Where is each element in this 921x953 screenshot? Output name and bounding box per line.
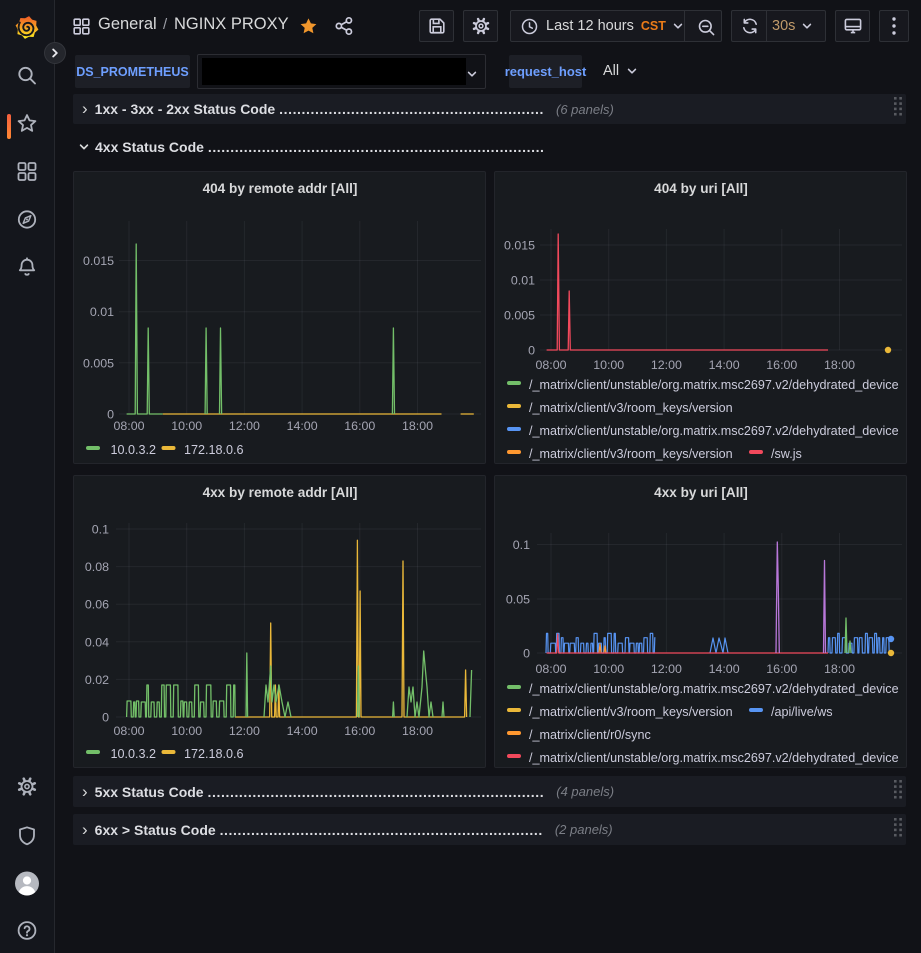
svg-text:0.01: 0.01: [511, 274, 535, 288]
svg-text:08:00: 08:00: [113, 724, 144, 738]
svg-text:/_matrix/client/r0/sync: /_matrix/client/r0/sync: [529, 728, 651, 742]
svg-text:0: 0: [102, 711, 109, 725]
svg-text:404 by remote addr [All]: 404 by remote addr [All]: [203, 181, 358, 196]
svg-text:0.005: 0.005: [504, 309, 535, 323]
svg-text:/sw.js: /sw.js: [771, 447, 802, 461]
svg-text:0.015: 0.015: [504, 239, 535, 253]
svg-text:10:00: 10:00: [593, 662, 624, 676]
svg-text:16:00: 16:00: [344, 724, 375, 738]
svg-text:16:00: 16:00: [766, 358, 797, 372]
svg-text:/_matrix/client/unstable/org.m: /_matrix/client/unstable/org.matrix.msc2…: [529, 424, 899, 438]
svg-text:14:00: 14:00: [709, 358, 740, 372]
svg-text:10:00: 10:00: [593, 358, 624, 372]
svg-text:14:00: 14:00: [709, 662, 740, 676]
svg-text:18:00: 18:00: [402, 419, 433, 433]
svg-text:0: 0: [523, 647, 530, 661]
svg-text:/_matrix/client/unstable/org.m: /_matrix/client/unstable/org.matrix.msc2…: [529, 682, 899, 696]
svg-text:10.0.3.2: 10.0.3.2: [111, 747, 157, 761]
svg-text:172.18.0.6: 172.18.0.6: [184, 747, 244, 761]
svg-text:0.015: 0.015: [83, 254, 114, 268]
svg-text:10:00: 10:00: [171, 724, 202, 738]
svg-text:12:00: 12:00: [229, 724, 260, 738]
svg-text:0: 0: [528, 344, 535, 358]
svg-text:08:00: 08:00: [535, 358, 566, 372]
svg-text:0.08: 0.08: [85, 560, 109, 574]
svg-text:08:00: 08:00: [113, 419, 144, 433]
svg-text:404 by uri [All]: 404 by uri [All]: [654, 181, 748, 196]
svg-text:0.1: 0.1: [92, 523, 109, 537]
svg-text:10:00: 10:00: [171, 419, 202, 433]
svg-text:/_matrix/client/unstable/org.m: /_matrix/client/unstable/org.matrix.msc2…: [529, 378, 899, 392]
svg-text:172.18.0.6: 172.18.0.6: [184, 443, 244, 457]
svg-text:14:00: 14:00: [287, 724, 318, 738]
svg-text:16:00: 16:00: [766, 662, 797, 676]
svg-text:08:00: 08:00: [535, 662, 566, 676]
svg-text:12:00: 12:00: [651, 662, 682, 676]
svg-text:10.0.3.2: 10.0.3.2: [111, 443, 157, 457]
svg-text:16:00: 16:00: [344, 419, 375, 433]
svg-text:/_matrix/client/v3/room_keys/v: /_matrix/client/v3/room_keys/version: [529, 401, 733, 415]
svg-text:12:00: 12:00: [651, 358, 682, 372]
svg-text:0.06: 0.06: [85, 598, 109, 612]
svg-text:0.01: 0.01: [90, 305, 114, 319]
svg-text:12:00: 12:00: [229, 419, 260, 433]
svg-text:0.1: 0.1: [513, 538, 530, 552]
svg-text:/api/live/ws: /api/live/ws: [771, 705, 833, 719]
svg-text:0.05: 0.05: [506, 593, 530, 607]
svg-text:14:00: 14:00: [287, 419, 318, 433]
svg-text:18:00: 18:00: [402, 724, 433, 738]
svg-text:0.005: 0.005: [83, 356, 114, 370]
svg-text:/_matrix/client/v3/room_keys/v: /_matrix/client/v3/room_keys/version: [529, 447, 733, 461]
svg-text:4xx by remote addr [All]: 4xx by remote addr [All]: [203, 485, 358, 500]
svg-text:/_matrix/client/unstable/org.m: /_matrix/client/unstable/org.matrix.msc2…: [529, 751, 899, 765]
svg-text:0.04: 0.04: [85, 635, 109, 649]
svg-text:18:00: 18:00: [824, 358, 855, 372]
svg-text:0.02: 0.02: [85, 673, 109, 687]
svg-text:18:00: 18:00: [824, 662, 855, 676]
svg-text:/_matrix/client/v3/room_keys/v: /_matrix/client/v3/room_keys/version: [529, 705, 733, 719]
svg-text:4xx by uri [All]: 4xx by uri [All]: [654, 485, 748, 500]
